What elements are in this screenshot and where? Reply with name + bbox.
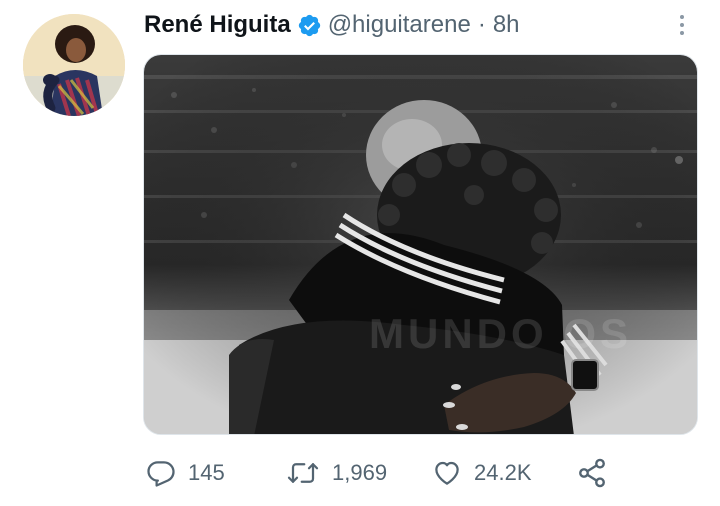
retweet-button[interactable]: 1,969 — [286, 452, 387, 494]
verified-badge-icon — [297, 13, 322, 38]
share-icon — [579, 458, 605, 488]
reply-button[interactable]: 145 — [146, 452, 225, 494]
author-handle[interactable]: @higuitarene — [328, 8, 471, 42]
reply-icon — [147, 461, 175, 487]
share-button[interactable] — [576, 452, 608, 494]
retweet-count: 1,969 — [332, 460, 388, 485]
like-button[interactable]: 24.2K — [432, 452, 532, 494]
tweet-actions: 145 1,969 24.2K — [146, 452, 626, 494]
separator-dot: · — [477, 11, 486, 38]
tweet-image[interactable]: MUNDO OS — [143, 54, 698, 435]
timestamp[interactable]: 8h — [493, 8, 520, 42]
retweet-icon — [287, 463, 319, 483]
embrace-photo — [144, 55, 697, 434]
heart-icon — [435, 461, 459, 485]
tweet-header: René Higuita @higuitarene · 8h — [144, 8, 700, 42]
reply-count: 145 — [188, 460, 225, 485]
image-watermark: MUNDO OS — [369, 310, 632, 357]
author-name[interactable]: René Higuita — [144, 8, 291, 42]
avatar-photo — [23, 14, 125, 116]
more-options-icon[interactable] — [672, 10, 692, 40]
author-avatar[interactable] — [23, 14, 125, 116]
like-count: 24.2K — [474, 460, 532, 485]
